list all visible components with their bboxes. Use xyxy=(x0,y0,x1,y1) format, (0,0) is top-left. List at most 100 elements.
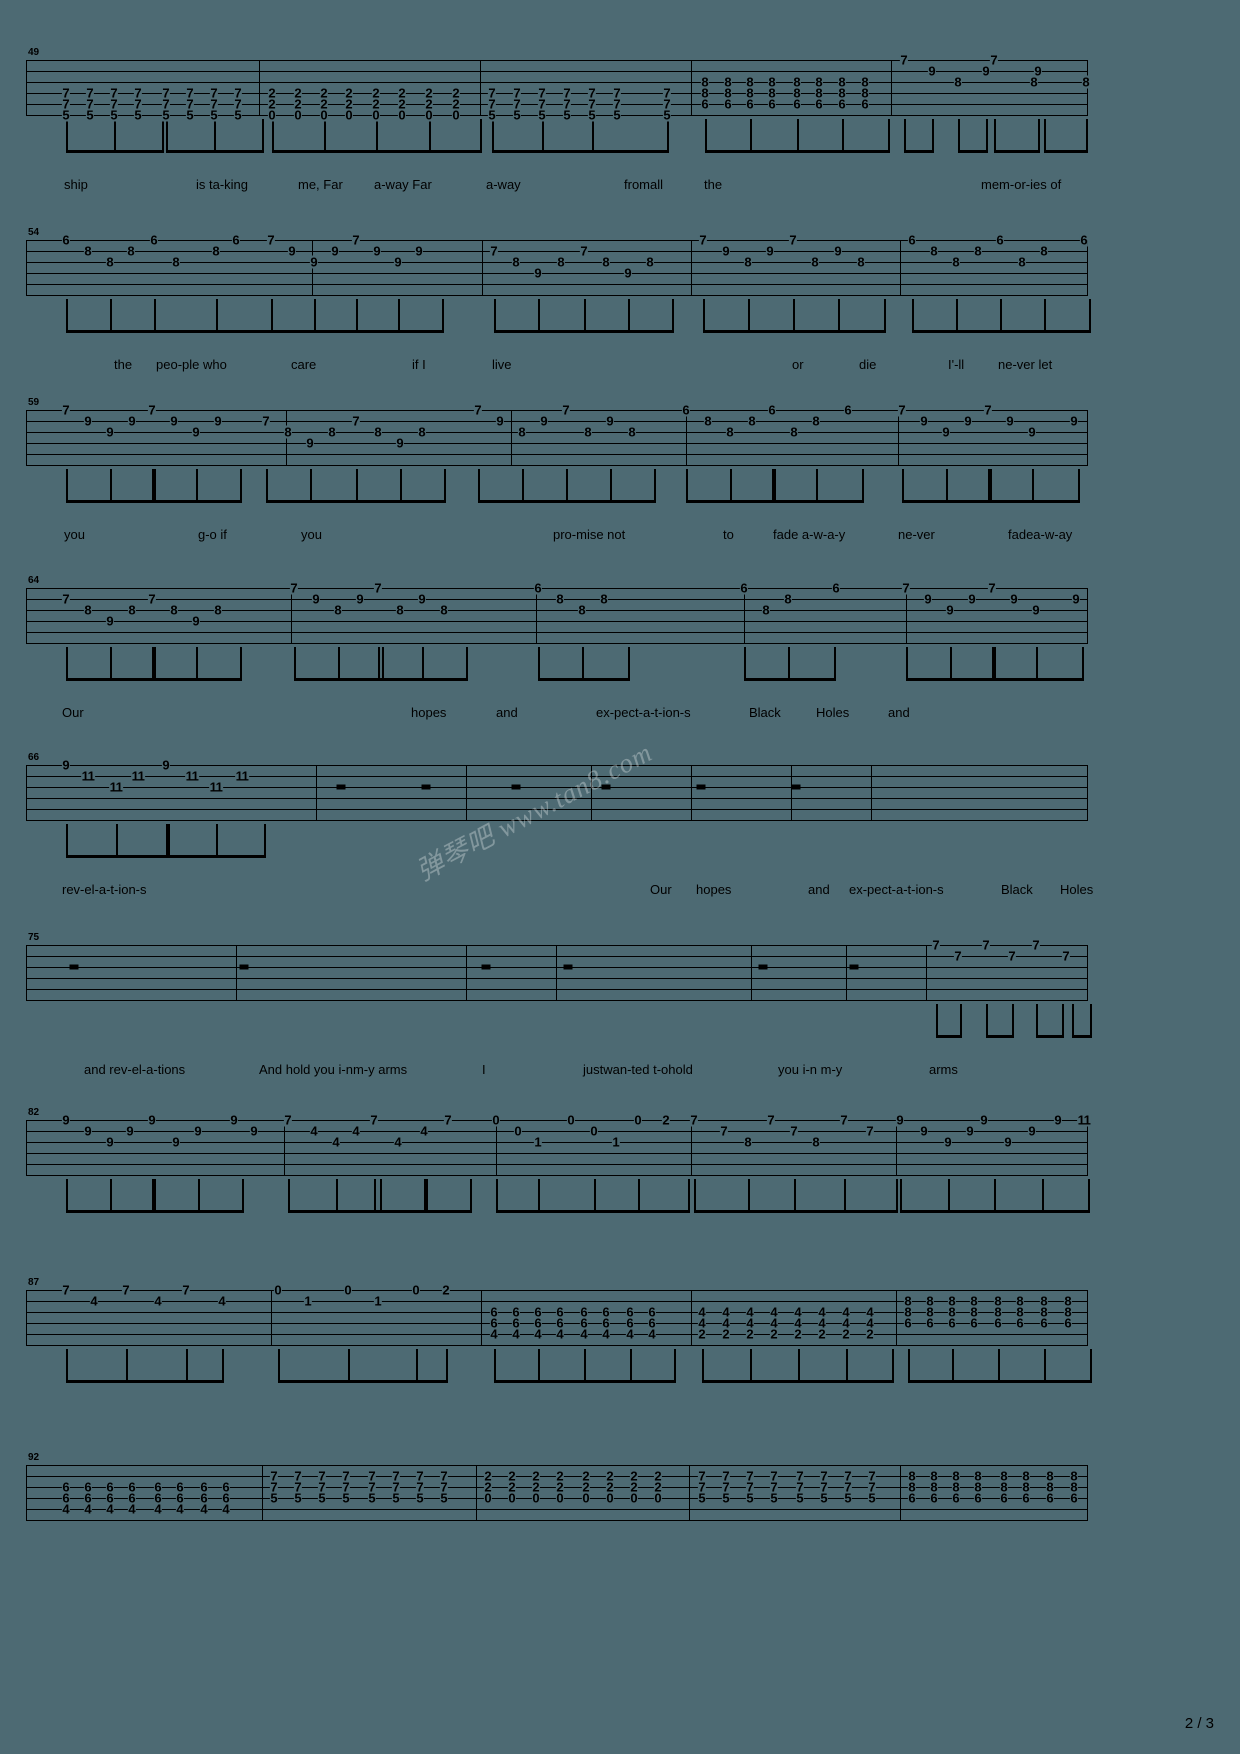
lyric-word: and xyxy=(888,705,910,720)
note-stem xyxy=(336,1179,338,1213)
note-beam xyxy=(946,500,992,503)
lyric-word: the xyxy=(114,357,133,372)
note-beam xyxy=(1072,1035,1092,1038)
note-stem xyxy=(152,647,154,681)
note-stem xyxy=(638,1179,640,1213)
note-stem xyxy=(610,469,612,503)
note-stem xyxy=(844,1179,846,1213)
fret-number: 6 xyxy=(767,402,777,418)
fret-number: 9 xyxy=(83,413,93,429)
fret-number: 6 xyxy=(681,402,691,418)
note-stem xyxy=(186,1349,188,1383)
note-beam xyxy=(798,1380,848,1383)
rest-symbol xyxy=(758,964,768,970)
fret-number: 9 xyxy=(963,413,973,429)
note-stem xyxy=(702,1349,704,1383)
fret-number: 5 xyxy=(209,107,219,123)
note-beam xyxy=(216,855,266,858)
fret-number: 8 xyxy=(811,1134,821,1150)
note-stem xyxy=(994,647,996,681)
fret-number: 6 xyxy=(1021,1490,1031,1506)
tab-staff: 777777 xyxy=(26,938,1088,1001)
note-stem xyxy=(688,1179,690,1213)
fret-number: 8 xyxy=(171,254,181,270)
note-beam xyxy=(278,1380,350,1383)
fret-number: 2 xyxy=(841,1326,851,1342)
fret-number: 0 xyxy=(531,1490,541,1506)
barline xyxy=(26,1290,27,1346)
fret-number: 6 xyxy=(231,232,241,248)
note-beam xyxy=(356,500,402,503)
barline xyxy=(1087,945,1088,1001)
fret-number: 2 xyxy=(697,1326,707,1342)
note-beam xyxy=(271,330,316,333)
tie-line xyxy=(66,1290,126,1291)
fret-number: 4 xyxy=(89,1293,99,1309)
note-beam xyxy=(582,678,630,681)
note-beam xyxy=(1044,330,1091,333)
fret-number: 8 xyxy=(743,1134,753,1150)
note-stem xyxy=(116,824,118,858)
note-beam xyxy=(1000,330,1046,333)
fret-number: 4 xyxy=(127,1501,137,1517)
fret-number: 0 xyxy=(267,107,277,123)
note-beam xyxy=(1036,678,1084,681)
note-beam xyxy=(166,150,216,153)
note-stem xyxy=(240,469,242,503)
note-stem xyxy=(956,299,958,333)
note-stem xyxy=(1044,299,1046,333)
fret-number: 5 xyxy=(341,1490,351,1506)
fret-number: 5 xyxy=(819,1490,829,1506)
barline xyxy=(744,588,745,644)
fret-number: 9 xyxy=(330,243,340,259)
fret-number: 8 xyxy=(725,424,735,440)
note-stem xyxy=(470,1179,472,1213)
note-beam xyxy=(630,1380,676,1383)
note-beam xyxy=(772,500,818,503)
note-beam xyxy=(152,1210,200,1213)
fret-number: 9 xyxy=(1069,413,1079,429)
fret-number: 6 xyxy=(969,1315,979,1331)
fret-number: 0 xyxy=(424,107,434,123)
fret-number: 4 xyxy=(175,1501,185,1517)
note-beam xyxy=(794,1210,846,1213)
note-stem xyxy=(422,647,424,681)
barline xyxy=(26,240,27,296)
note-stem xyxy=(288,1179,290,1213)
note-beam xyxy=(66,150,116,153)
fret-number: 5 xyxy=(367,1490,377,1506)
fret-number: 0 xyxy=(633,1112,643,1128)
fret-number: 6 xyxy=(903,1315,913,1331)
fret-number: 9 xyxy=(967,591,977,607)
fret-number: 7 xyxy=(719,1123,729,1139)
fret-number: 11 xyxy=(1077,1112,1091,1128)
lyric-word: And hold you i-nm-y arms xyxy=(259,1062,408,1077)
fret-number: 8 xyxy=(783,591,793,607)
fret-number: 7 xyxy=(987,580,997,596)
note-stem xyxy=(1036,1004,1038,1038)
fret-number: 9 xyxy=(191,613,201,629)
rest-symbol xyxy=(421,784,431,790)
note-stem xyxy=(66,1179,68,1213)
note-beam xyxy=(912,330,958,333)
note-stem xyxy=(400,469,402,503)
fret-number: 9 xyxy=(1027,424,1037,440)
note-beam xyxy=(116,855,170,858)
fret-number: 11 xyxy=(235,768,249,784)
string-line xyxy=(26,295,1088,296)
fret-number: 8 xyxy=(599,591,609,607)
note-beam xyxy=(196,500,242,503)
tie-line xyxy=(617,93,667,94)
fret-number: 9 xyxy=(191,424,201,440)
barline xyxy=(26,765,27,821)
barline xyxy=(1087,240,1088,296)
string-line xyxy=(26,454,1088,455)
fret-number: 4 xyxy=(105,1501,115,1517)
lyric-line: rev-el-a-t-ion-s Our hopes and ex-pect-a-t-i… xyxy=(0,883,1240,901)
barline xyxy=(926,945,927,1001)
note-beam xyxy=(110,678,156,681)
fret-number: 7 xyxy=(266,232,276,248)
fret-number: 7 xyxy=(901,580,911,596)
fret-number: 9 xyxy=(372,243,382,259)
fret-number: 1 xyxy=(611,1134,621,1150)
